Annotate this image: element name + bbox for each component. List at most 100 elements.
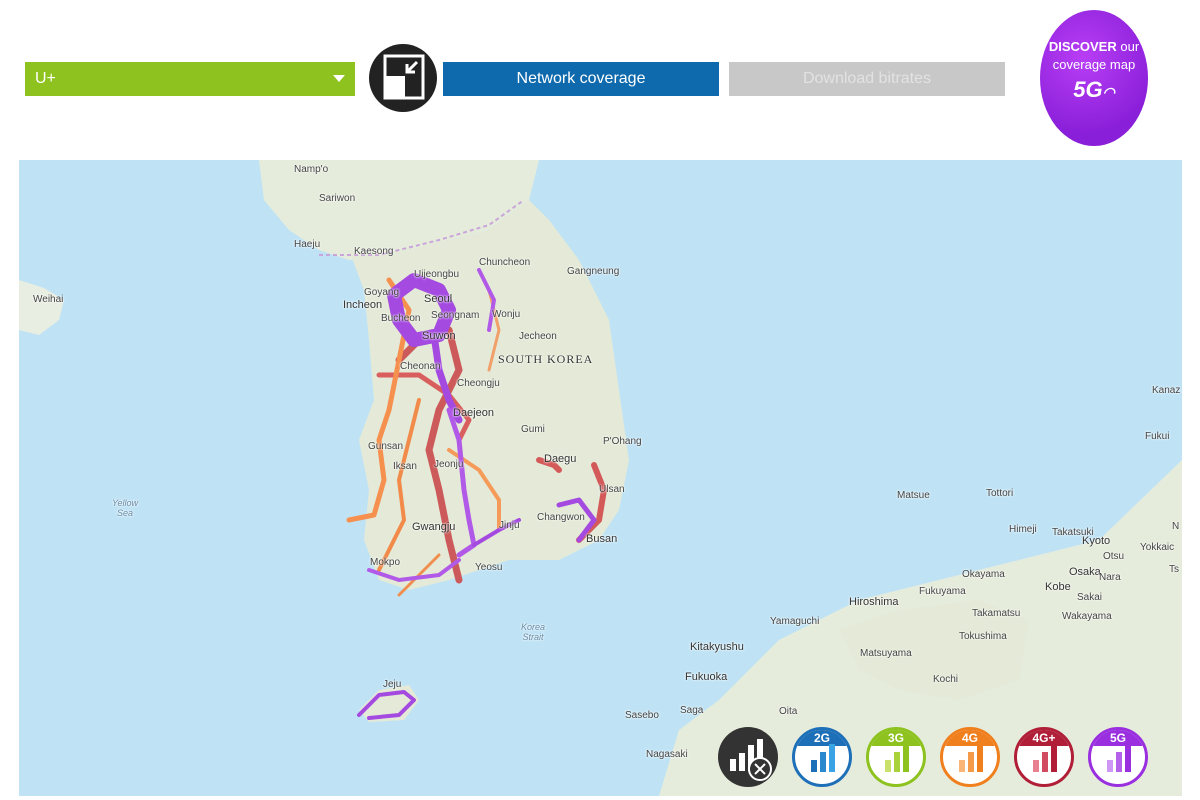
map-label-jecheon: Jecheon (519, 331, 557, 342)
map-label-ts: Ts (1169, 564, 1179, 575)
map-label-himeji: Himeji (1009, 524, 1037, 535)
no-coverage-toggle[interactable] (718, 727, 778, 787)
signal-bar (1125, 744, 1131, 772)
map-label-takamatsu: Takamatsu (972, 608, 1021, 619)
signal-bar (968, 752, 974, 772)
map-label-matsue: Matsue (897, 490, 930, 501)
map-canvas (19, 160, 1182, 796)
signal-bar (977, 744, 983, 772)
map-label-wakayama: Wakayama (1062, 611, 1112, 622)
operator-select[interactable]: U+ (25, 62, 355, 96)
signal-bars-icon (1033, 742, 1061, 772)
map-label-jinju: Jinju (499, 520, 520, 531)
map-label-pohang: P'Ohang (603, 436, 642, 447)
signal-bar (1033, 760, 1039, 772)
map-label-matsuyama: Matsuyama (860, 648, 912, 659)
signal-bar (885, 760, 891, 772)
map-label-chuncheon: Chuncheon (479, 257, 531, 268)
map-label-nara: Nara (1099, 572, 1121, 583)
signal-bars-icon (959, 742, 987, 772)
signal-bar (959, 760, 965, 772)
map-label-gwangju: Gwangju (412, 521, 456, 533)
map-label-suwon: Suwon (422, 330, 456, 342)
map-label-n: N (1172, 521, 1180, 532)
map-label-otsu: Otsu (1103, 551, 1125, 562)
map-label-sariwon: Sariwon (319, 193, 356, 204)
map-label-yellow-sea: Yellow Sea (111, 498, 138, 518)
map-label-haeju: Haeju (294, 239, 321, 250)
map-label-bucheon: Bucheon (381, 313, 421, 324)
map-label-okayama: Okayama (962, 569, 1005, 580)
map-label-cheonan: Cheonan (400, 361, 441, 372)
tab-network-coverage-label: Network coverage (516, 70, 646, 87)
map-label-fukuyama: Fukuyama (919, 586, 966, 597)
map-label-fukui: Fukui (1145, 431, 1170, 442)
map-label-cheongju: Cheongju (457, 378, 500, 389)
tab-download-bitrates-label: Download bitrates (802, 70, 932, 87)
discover-text: DISCOVER our coverage map (1040, 38, 1148, 74)
signal-bar (1116, 752, 1122, 772)
map-label-goyang: Goyang (364, 287, 400, 298)
map-label-wonju: Wonju (492, 309, 521, 320)
map-label-daejeon: Daejeon (453, 407, 494, 419)
five-g-label: 5G (1073, 77, 1103, 102)
map-label-incheon: Incheon (343, 299, 383, 311)
map-label-oita: Oita (779, 706, 798, 717)
map-label-busan: Busan (586, 533, 618, 545)
map-label-kochi: Kochi (933, 674, 959, 685)
map-label-seoul: Seoul (424, 293, 453, 305)
map-label-kaesong: Kaesong (354, 246, 394, 257)
map-label-fukuoka: Fukuoka (685, 671, 728, 683)
signal-bar (1107, 760, 1113, 772)
signal-bar (811, 760, 817, 772)
tab-network-coverage[interactable]: Network coverage (443, 62, 719, 96)
map-label-osaka: Osaka (1069, 566, 1101, 578)
map-label-kanazawa: Kanaz (1152, 385, 1181, 396)
map-label-changwon: Changwon (537, 512, 585, 523)
tab-download-bitrates[interactable]: Download bitrates (729, 62, 1005, 96)
collapse-map-button[interactable] (369, 44, 437, 112)
map-label-seongnam: Seongnam (431, 310, 480, 321)
network-toggle-2g[interactable]: 2G (792, 727, 852, 787)
signal-bar (1051, 744, 1057, 772)
map-label-gumi: Gumi (521, 424, 545, 435)
map-label-gangneung: Gangneung (567, 266, 620, 277)
wifi-icon: ◠ (1102, 84, 1115, 100)
operator-value: U+ (35, 70, 56, 87)
signal-bars-icon (1107, 742, 1135, 772)
map-label-kobe: Kobe (1045, 581, 1071, 593)
map-label-jeonju: Jeonju (434, 459, 464, 470)
map-label-nampo: Namp'o (294, 164, 329, 175)
signal-bars-icon (885, 742, 913, 772)
signal-bar (829, 744, 835, 772)
signal-bars-icon (811, 742, 839, 772)
map-label-tokushima: Tokushima (959, 631, 1007, 642)
network-toggle-3g[interactable]: 3G (866, 727, 926, 787)
signal-bar (894, 752, 900, 772)
discover-5g-button[interactable]: DISCOVER our coverage map 5G◠ (1040, 10, 1148, 146)
map-label-hiroshima: Hiroshima (849, 596, 899, 608)
map-label-daegu: Daegu (544, 453, 577, 465)
coverage-map[interactable]: Namp'o Sariwon Haeju Kaesong Weihai Goya… (19, 160, 1182, 796)
map-label-yeosu: Yeosu (475, 562, 503, 573)
map-label-saga: Saga (680, 705, 704, 716)
chevron-down-icon (333, 75, 345, 82)
map-label-uijeongbu: Uijeongbu (414, 269, 460, 280)
map-label-tottori: Tottori (986, 488, 1014, 499)
map-label-yamaguchi: Yamaguchi (770, 616, 820, 627)
map-label-korea-strait: Korea Strait (520, 622, 546, 642)
map-label-yokkaichi: Yokkaic (1140, 542, 1175, 553)
discover-bold: DISCOVER (1048, 39, 1117, 54)
map-label-kitakyushu: Kitakyushu (690, 641, 744, 653)
map-label-iksan: Iksan (393, 461, 417, 472)
map-label-jeju: Jeju (383, 679, 402, 690)
collapse-icon (383, 54, 425, 100)
network-toggle-5g[interactable]: 5G (1088, 727, 1148, 787)
network-toggle-4g[interactable]: 4G (940, 727, 1000, 787)
map-label-south-korea: SOUTH KOREA (498, 352, 594, 366)
map-label-gunsan: Gunsan (368, 441, 404, 452)
no-coverage-icon (730, 739, 772, 781)
five-g-badge: 5G◠ (1040, 78, 1148, 104)
network-toggle-4g-plus[interactable]: 4G+ (1014, 727, 1074, 787)
signal-bar (820, 752, 826, 772)
